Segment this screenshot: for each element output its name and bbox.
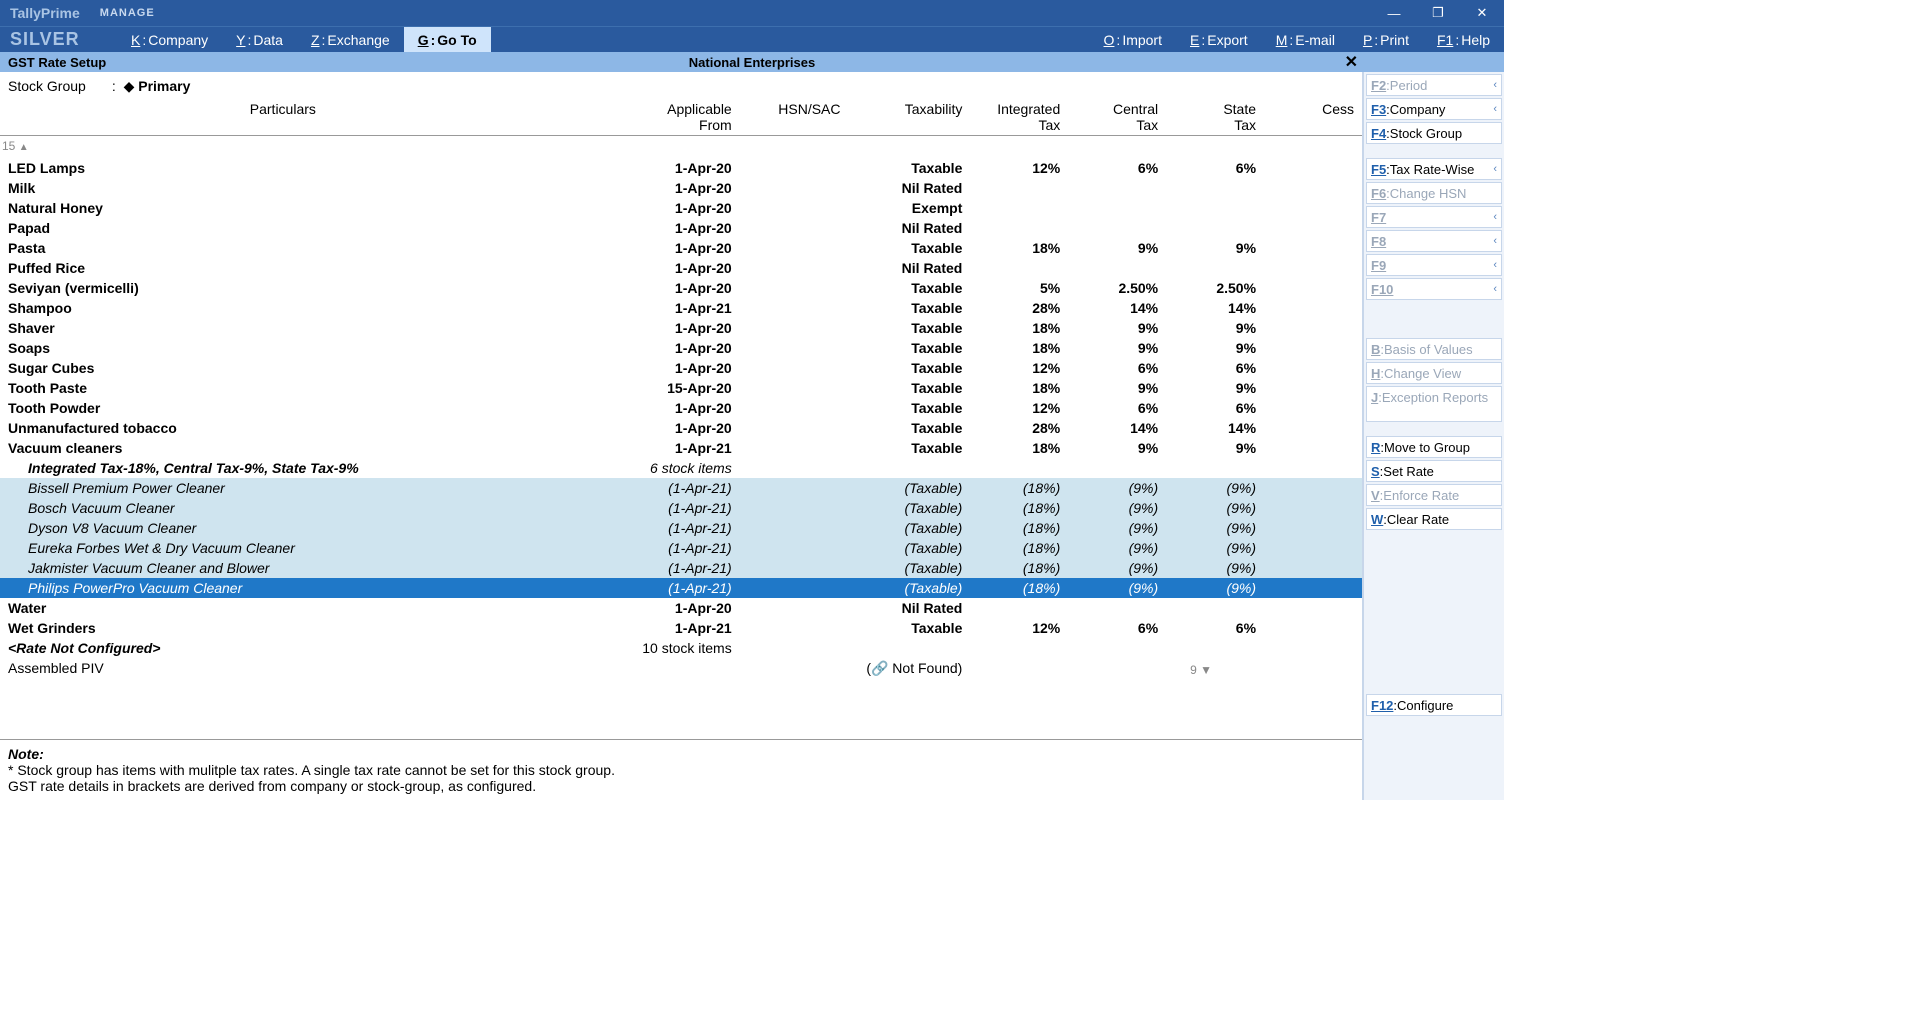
table-row[interactable]: Tooth Paste15-Apr-20Taxable18%9%9% <box>0 378 1362 398</box>
side-w-clear-rate[interactable]: W: Clear Rate <box>1366 508 1502 530</box>
menu-exchange[interactable]: Z:Exchange <box>297 27 404 53</box>
side-f2-period: F2: Period‹ <box>1366 74 1502 96</box>
maximize-button[interactable]: ❐ <box>1416 0 1460 26</box>
side-r-move-to-group[interactable]: R: Move to Group <box>1366 436 1502 458</box>
stock-group-value: Primary <box>138 78 190 94</box>
menu-goto[interactable]: G:Go To <box>404 27 491 53</box>
table-row[interactable]: Unmanufactured tobacco1-Apr-20Taxable28%… <box>0 418 1362 438</box>
col-taxability: Taxability <box>849 99 971 136</box>
context-title: GST Rate Setup <box>0 55 106 70</box>
title-bar: TallyPrime MANAGE — ❐ ✕ <box>0 0 1504 26</box>
stock-group-line: Stock Group : ◆ Primary <box>0 72 1362 99</box>
table-row[interactable]: Seviyan (vermicelli)1-Apr-20Taxable5%2.5… <box>0 278 1362 298</box>
col-applicable-from: ApplicableFrom <box>566 99 740 136</box>
table-row[interactable]: LED Lamps1-Apr-20Taxable12%6%6% <box>0 158 1362 178</box>
bottom-scroll-count: 9 ▼ <box>1190 663 1212 677</box>
stock-group-label: Stock Group <box>8 78 108 94</box>
table-row[interactable]: Integrated Tax-18%, Central Tax-9%, Stat… <box>0 458 1362 478</box>
menu-company[interactable]: K:Company <box>117 27 222 53</box>
col-hsn: HSN/SAC <box>740 99 849 136</box>
manage-label[interactable]: MANAGE <box>80 7 155 19</box>
side-f12-configure[interactable]: F12: Configure <box>1366 694 1502 716</box>
context-close-icon[interactable]: ✕ <box>1345 52 1358 72</box>
table-row[interactable]: Shampoo1-Apr-21Taxable28%14%14% <box>0 298 1362 318</box>
col-central-tax: CentralTax <box>1068 99 1166 136</box>
side-f7: F7‹ <box>1366 206 1502 228</box>
side-j-exception-reports: J: Exception Reports <box>1366 386 1502 422</box>
table-row[interactable]: Dyson V8 Vacuum Cleaner(1-Apr-21)(Taxabl… <box>0 518 1362 538</box>
table-row[interactable]: Pasta1-Apr-20Taxable18%9%9% <box>0 238 1362 258</box>
side-f5-tax-rate-wise[interactable]: F5: Tax Rate-Wise‹ <box>1366 158 1502 180</box>
col-integrated-tax: IntegratedTax <box>970 99 1068 136</box>
table-row[interactable]: Bosch Vacuum Cleaner(1-Apr-21)(Taxable)(… <box>0 498 1362 518</box>
table-row[interactable]: Philips PowerPro Vacuum Cleaner(1-Apr-21… <box>0 578 1362 598</box>
side-f3-company[interactable]: F3: Company‹ <box>1366 98 1502 120</box>
side-f8: F8‹ <box>1366 230 1502 252</box>
notes: Note: * Stock group has items with mulit… <box>0 739 1362 800</box>
menu-email[interactable]: M:E-mail <box>1262 27 1349 53</box>
app-edition: SILVER <box>0 29 117 50</box>
table-row[interactable]: Wet Grinders1-Apr-21Taxable12%6%6% <box>0 618 1362 638</box>
minimize-button[interactable]: — <box>1372 0 1416 26</box>
col-cess: Cess <box>1264 99 1362 136</box>
table-row[interactable]: Puffed Rice1-Apr-20Nil Rated <box>0 258 1362 278</box>
side-h-change-view: H: Change View <box>1366 362 1502 384</box>
table-row[interactable]: Water1-Apr-20Nil Rated <box>0 598 1362 618</box>
side-f4-stock-group[interactable]: F4: Stock Group <box>1366 122 1502 144</box>
table-row[interactable]: Vacuum cleaners1-Apr-21Taxable18%9%9% <box>0 438 1362 458</box>
top-menu: SILVER K:CompanyY:DataZ:ExchangeG:Go To O… <box>0 26 1504 52</box>
table-row[interactable]: Soaps1-Apr-20Taxable18%9%9% <box>0 338 1362 358</box>
close-button[interactable]: ✕ <box>1460 0 1504 26</box>
table-row[interactable]: <Rate Not Configured>10 stock items <box>0 638 1362 658</box>
gst-rate-table: Particulars ApplicableFrom HSN/SAC Taxab… <box>0 99 1362 678</box>
table-row[interactable]: Natural Honey1-Apr-20Exempt <box>0 198 1362 218</box>
table-row[interactable]: Shaver1-Apr-20Taxable18%9%9% <box>0 318 1362 338</box>
side-s-set-rate[interactable]: S: Set Rate <box>1366 460 1502 482</box>
context-bar: GST Rate Setup National Enterprises ✕ <box>0 52 1504 72</box>
table-row[interactable]: Milk1-Apr-20Nil Rated <box>0 178 1362 198</box>
menu-print[interactable]: P:Print <box>1349 27 1423 53</box>
side-b-basis-of-values: B: Basis of Values <box>1366 338 1502 360</box>
side-f9: F9‹ <box>1366 254 1502 276</box>
company-name: National Enterprises <box>689 55 815 70</box>
table-row[interactable]: Tooth Powder1-Apr-20Taxable12%6%6% <box>0 398 1362 418</box>
table-row[interactable]: Assembled PIV(🔗 Not Found) <box>0 658 1362 678</box>
side-v-enforce-rate: V: Enforce Rate <box>1366 484 1502 506</box>
table-row[interactable]: Jakmister Vacuum Cleaner and Blower(1-Ap… <box>0 558 1362 578</box>
col-state-tax: StateTax <box>1166 99 1264 136</box>
side-f10: F10‹ <box>1366 278 1502 300</box>
menu-data[interactable]: Y:Data <box>222 27 297 53</box>
col-particulars: Particulars <box>0 99 566 136</box>
side-f6-change-hsn: F6: Change HSN <box>1366 182 1502 204</box>
menu-import[interactable]: O:Import <box>1090 27 1176 53</box>
app-brand: TallyPrime <box>0 5 80 21</box>
table-row[interactable]: Sugar Cubes1-Apr-20Taxable12%6%6% <box>0 358 1362 378</box>
table-row[interactable]: Bissell Premium Power Cleaner(1-Apr-21)(… <box>0 478 1362 498</box>
table-row[interactable]: Papad1-Apr-20Nil Rated <box>0 218 1362 238</box>
menu-export[interactable]: E:Export <box>1176 27 1262 53</box>
menu-help[interactable]: F1:Help <box>1423 27 1504 53</box>
table-row[interactable]: Eureka Forbes Wet & Dry Vacuum Cleaner(1… <box>0 538 1362 558</box>
side-panel: F2: Period‹F3: Company‹F4: Stock Group F5… <box>1362 72 1504 800</box>
